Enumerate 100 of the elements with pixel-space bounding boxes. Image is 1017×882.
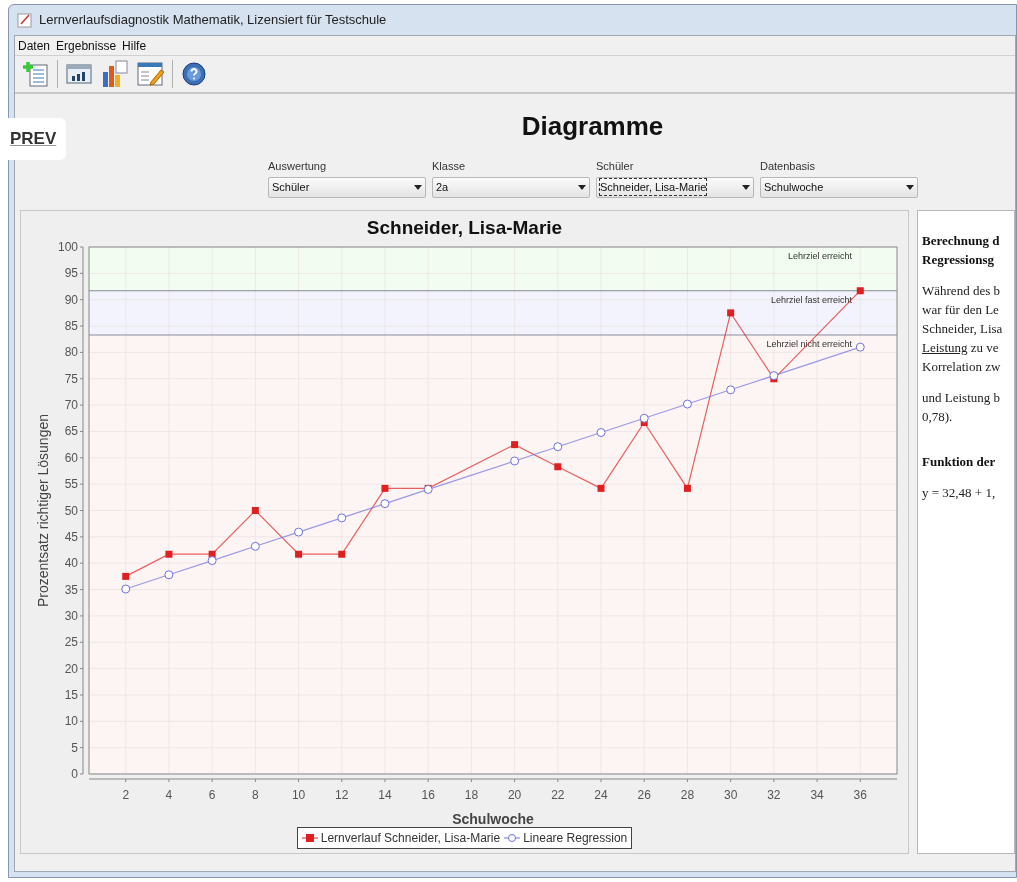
y-tick-label: 25	[64, 635, 78, 650]
text-line: zu ve	[969, 340, 999, 355]
data-point	[122, 572, 130, 580]
y-tick-label: 75	[64, 371, 78, 386]
data-point	[726, 385, 736, 395]
data-point	[597, 484, 605, 492]
y-tick-label: 50	[64, 503, 78, 518]
y-tick-label: 40	[64, 556, 78, 571]
dropdown[interactable]: Schulwoche	[760, 176, 918, 198]
text-line: Berechnung d	[922, 233, 1000, 248]
data-point	[855, 342, 865, 352]
legend-marker-icon	[504, 833, 521, 843]
help-icon[interactable]	[179, 59, 209, 89]
data-point	[294, 527, 304, 537]
data-point	[251, 507, 259, 514]
text-line: Schneider, Lisa	[922, 321, 1003, 336]
text-line: 0,78).	[922, 409, 953, 424]
x-tick-label: 32	[767, 788, 781, 802]
data-point	[554, 463, 562, 471]
y-tick-label: 45	[64, 529, 78, 544]
x-tick-label: 24	[594, 788, 608, 802]
y-tick-label: 10	[64, 714, 78, 729]
data-point	[683, 484, 691, 492]
x-tick-label: 2	[122, 788, 130, 802]
chart-title: Schneider, Lisa-Marie	[366, 216, 563, 239]
data-point	[769, 371, 779, 381]
y-axis-title: Prozentsatz richtiger Lösungen	[35, 414, 51, 607]
legend-label: Lineare Regression	[523, 830, 628, 847]
data-point	[338, 550, 346, 558]
bar-chart-icon[interactable]	[100, 59, 130, 89]
x-tick-label: 6	[208, 788, 216, 802]
y-tick-label: 20	[64, 661, 78, 676]
data-point	[381, 484, 389, 492]
x-tick-label: 12	[335, 788, 349, 802]
window-title: Lernverlaufsdiagnostik Mathematik, Lizensiert für Testschule	[39, 11, 387, 30]
y-tick-label: 100	[57, 240, 78, 254]
y-tick-label: 70	[64, 398, 78, 413]
data-point	[207, 556, 217, 566]
x-tick-label: 28	[680, 788, 695, 802]
y-tick-label: 60	[64, 450, 78, 465]
y-tick-label: 55	[64, 477, 78, 492]
data-point	[165, 550, 173, 558]
caret-icon	[742, 184, 750, 190]
dropdown[interactable]: Schneider, Lisa-Marie	[596, 176, 754, 198]
field-label: Auswertung	[268, 159, 328, 174]
x-tick-label: 10	[291, 788, 306, 802]
x-tick-label: 14	[378, 788, 392, 802]
data-point	[639, 413, 649, 423]
x-tick-label: 26	[637, 788, 651, 802]
y-tick-label: 30	[64, 608, 78, 623]
legend-marker-icon	[301, 833, 318, 843]
text-line: Regressionsg	[922, 252, 994, 267]
data-point	[295, 550, 303, 558]
data-point	[727, 309, 735, 317]
y-tick-label: 0	[71, 767, 78, 781]
data-point	[511, 441, 519, 449]
x-tick-label: 16	[421, 788, 435, 802]
data-point	[553, 442, 563, 452]
data-point	[121, 584, 131, 594]
field-label: Datenbasis	[760, 159, 817, 174]
data-point	[164, 570, 174, 580]
text-link[interactable]: Leistung	[922, 340, 968, 355]
data-point	[423, 484, 433, 494]
text-line: war für den Le	[922, 302, 999, 317]
text-line: und Leistung b	[922, 390, 1000, 405]
caret-icon	[578, 184, 586, 190]
x-axis-title: Schulwoche	[452, 811, 534, 827]
x-tick-label: 8	[252, 788, 259, 802]
edit-form-icon[interactable]	[136, 59, 166, 89]
y-tick-label: 95	[64, 266, 78, 281]
x-tick-label: 4	[165, 788, 173, 802]
band-label: Lehrziel erreicht	[787, 251, 852, 261]
page-heading: Diagramme	[521, 109, 664, 143]
y-tick-label: 15	[64, 687, 78, 702]
legend-label: Lernverlauf Schneider, Lisa-Marie	[320, 830, 501, 847]
text-line: Korrelation zw	[922, 359, 1001, 374]
y-tick-label: 90	[64, 292, 78, 307]
y-tick-label: 65	[64, 424, 78, 439]
y-tick-label: 80	[64, 345, 78, 360]
x-tick-label: 36	[853, 788, 867, 802]
caret-icon	[906, 184, 914, 190]
text-line: Während des b	[922, 283, 1000, 298]
caret-icon	[414, 184, 422, 190]
dropdown[interactable]: 2a	[432, 176, 590, 198]
menu-item[interactable]: Ergebnisse	[56, 36, 117, 55]
menu-item[interactable]: Hilfe	[122, 36, 147, 55]
data-point	[337, 513, 347, 523]
x-tick-label: 34	[810, 788, 824, 802]
data-point	[510, 456, 520, 466]
notepad-icon	[17, 12, 33, 28]
text-line: y = 32,48 + 1,	[922, 485, 996, 500]
data-point	[596, 428, 606, 437]
dropdown[interactable]: Schüler	[268, 176, 426, 198]
text-line: Funktion der	[922, 454, 996, 469]
menu-item[interactable]: Daten	[18, 36, 51, 55]
band-label: Lehrziel fast erreicht	[770, 294, 852, 305]
y-tick-label: 85	[64, 319, 78, 334]
y-tick-label: 35	[64, 582, 78, 597]
field-label: Schüler	[596, 159, 635, 174]
y-tick-label: 5	[71, 740, 78, 755]
